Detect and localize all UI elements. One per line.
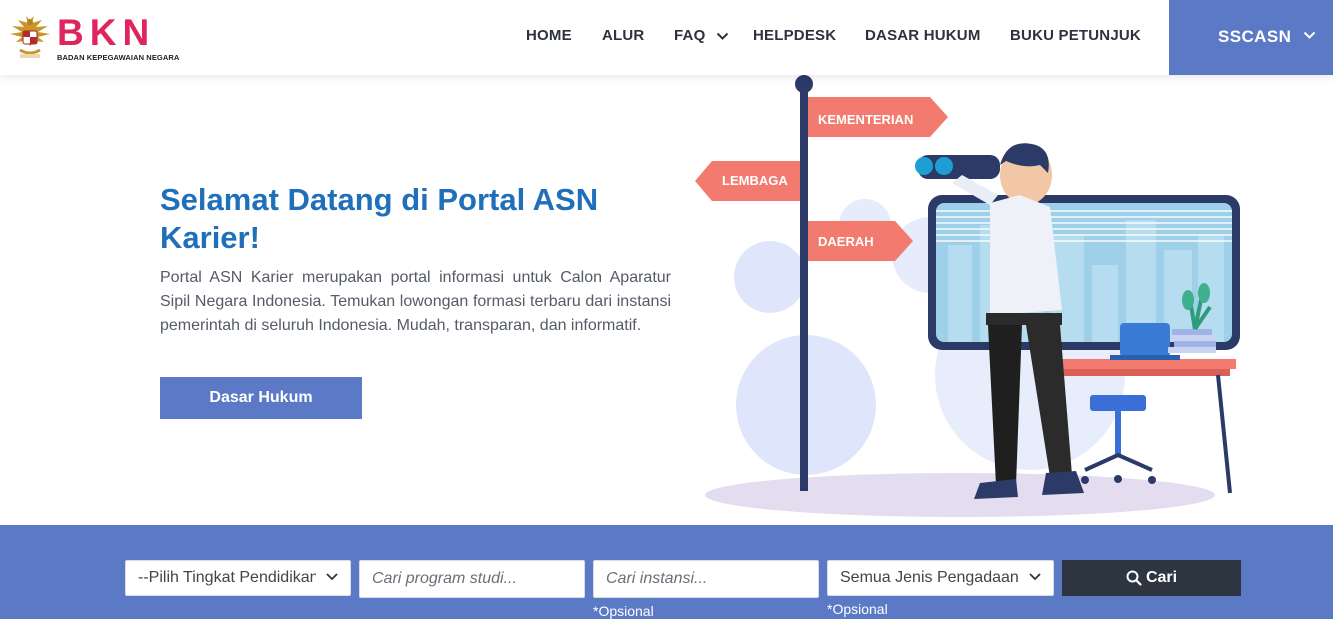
nav-alur[interactable]: ALUR	[602, 27, 644, 44]
nav-faq[interactable]: FAQ	[674, 27, 729, 44]
dasar-hukum-button[interactable]: Dasar Hukum	[160, 377, 362, 419]
logo-subtitle: BADAN KEPEGAWAIAN NEGARA	[57, 53, 180, 62]
chevron-down-icon	[716, 32, 729, 40]
hero-title: Selamat Datang di Portal ASN Karier!	[160, 182, 599, 255]
nav-helpdesk[interactable]: HELPDESK	[753, 27, 836, 44]
agency-optional-note: *Opsional	[593, 603, 654, 619]
nav-home[interactable]: HOME	[526, 27, 572, 44]
chevron-down-icon	[1029, 573, 1041, 581]
procurement-optional-note: *Opsional	[827, 601, 888, 617]
signpost-lembaga: LEMBAGA	[722, 173, 788, 188]
search-button-label: Cari	[1145, 569, 1178, 586]
study-program-field	[359, 560, 585, 598]
study-program-input[interactable]	[372, 570, 584, 588]
education-level-value: --Pilih Tingkat Pendidikan--	[138, 569, 316, 586]
chevron-down-icon	[1303, 31, 1316, 39]
site-header: BKN BADAN KEPEGAWAIAN NEGARA HOME ALUR F…	[0, 0, 1333, 75]
nav-faq-label: FAQ	[674, 27, 706, 44]
signpost-daerah: DAERAH	[818, 234, 874, 249]
nav-buku-petunjuk[interactable]: BUKU PETUNJUK	[1010, 27, 1141, 44]
signpost-kementerian: KEMENTERIAN	[818, 112, 913, 127]
nav-dasar-hukum[interactable]: DASAR HUKUM	[865, 27, 981, 44]
procurement-type-value: Semua Jenis Pengadaan	[840, 569, 1019, 586]
agency-field	[593, 560, 819, 598]
agency-input[interactable]	[606, 570, 818, 588]
search-button[interactable]: Cari	[1062, 560, 1241, 596]
procurement-type-select[interactable]: Semua Jenis Pengadaan	[827, 560, 1054, 596]
bkn-logo[interactable]: BKN BADAN KEPEGAWAIAN NEGARA	[8, 12, 179, 64]
sscasn-menu-button[interactable]: SSCASN	[1169, 0, 1333, 75]
logo-text: BKN	[57, 12, 156, 53]
education-level-select[interactable]: --Pilih Tingkat Pendidikan--	[125, 560, 351, 596]
chevron-down-icon	[326, 573, 338, 581]
sscasn-label: SSCASN	[1218, 27, 1292, 46]
hero-description: Portal ASN Karier merupakan portal infor…	[160, 269, 671, 334]
search-icon	[1126, 570, 1142, 586]
hero-illustration: KEMENTERIAN LEMBAGA DAERAH	[695, 75, 1240, 517]
search-panel: --Pilih Tingkat Pendidikan-- *Opsional S…	[0, 525, 1333, 619]
